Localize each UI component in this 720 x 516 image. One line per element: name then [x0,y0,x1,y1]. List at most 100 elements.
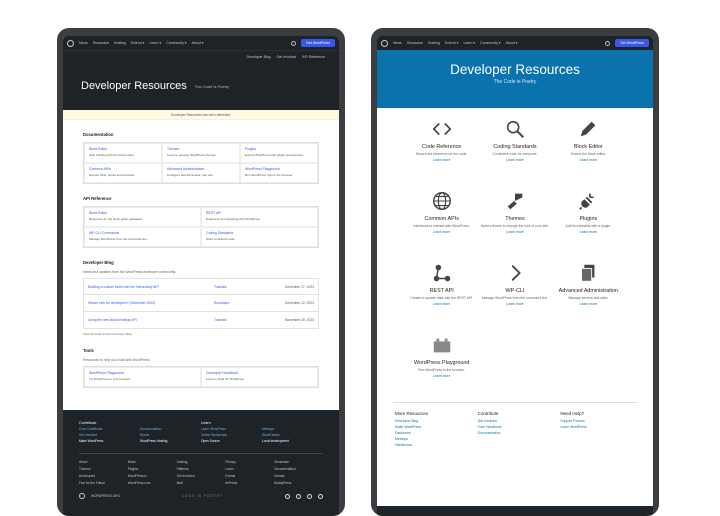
api-card[interactable]: REST API Endpoints for interacting with W… [201,207,318,227]
resource-tile[interactable]: Themes Build a theme to change the look … [478,190,551,252]
doc-card[interactable]: Common APIs Explore APIs, hooks and funct… [84,163,162,183]
view-all-posts-link[interactable]: View all posts on the Developer Blog [83,332,319,336]
column-link[interactable]: Core Handbook [478,425,553,429]
footer-nav-link[interactable]: WordPress.com [128,481,177,485]
card-link[interactable]: Block Editor [89,147,157,151]
column-link[interactable]: Get Involved [478,419,553,423]
resource-tile[interactable]: Coding Standards Consistent code for eve… [478,118,551,180]
footer-link[interactable]: Core Contributor [79,427,140,431]
nav-item[interactable]: Community ▾ [166,41,186,45]
tile-link[interactable]: Learn more [552,158,625,162]
post-category-link[interactable]: Roundups [214,301,274,305]
footer-link[interactable]: Online Workshops [201,433,262,437]
footer-nav-link[interactable]: Themes [79,467,128,471]
tile-link[interactable]: Learn more [478,158,551,162]
doc-card[interactable]: WordPress Playground Run WordPress right … [240,163,318,183]
card-link[interactable]: Themes [167,147,235,151]
search-icon[interactable] [605,40,611,46]
footer-nav-link[interactable]: Patterns [177,467,226,471]
tile-title[interactable]: Code Reference [405,144,478,150]
wordpress-logo-icon[interactable] [79,493,85,499]
tile-link[interactable]: Learn more [405,158,478,162]
nav-item[interactable]: Extend ▾ [445,41,459,45]
resource-tile[interactable]: WP-CLI Manage WordPress from the command… [478,262,551,324]
tile-title[interactable]: Advanced Administration [552,288,625,294]
resource-tile[interactable]: Code Reference Search the reference for … [405,118,478,180]
column-link[interactable]: Dashicons [395,431,470,435]
footer-nav-link[interactable]: WordPress.tv [128,474,177,478]
footer-link[interactable]: WordCamps [262,433,323,437]
footer-nav-link[interactable]: Plugins [128,467,177,471]
tile-link[interactable]: Learn more [552,230,625,234]
tile-link[interactable]: Learn more [552,302,625,306]
footer-link[interactable]: Blocks [140,433,201,437]
footer-nav-link[interactable]: Hosting [177,460,226,464]
column-link[interactable]: Make WordPress [395,425,470,429]
nav-item[interactable]: News [79,41,88,45]
tool-card[interactable]: Developer Handbook Learn to build for Wor… [201,367,318,387]
facebook-icon[interactable] [285,493,290,499]
card-link[interactable]: Common APIs [89,167,157,171]
api-card[interactable]: WP-CLI Commands Manage WordPress from the… [84,227,201,247]
footer-nav-link[interactable]: Showcase [274,460,323,464]
tile-title[interactable]: Plugins [552,216,625,222]
nav-item[interactable]: Showcase [407,41,423,45]
column-link[interactable]: Learn WordPress [560,425,635,429]
tile-title[interactable]: WordPress Playground [405,360,478,366]
tile-link[interactable]: Learn more [478,302,551,306]
footer-nav-link[interactable]: Learn [225,467,274,471]
get-wordpress-button[interactable]: Get WordPress [615,39,649,47]
tile-link[interactable]: Learn more [405,374,478,378]
post-category-link[interactable]: Tutorials [214,318,274,322]
tile-title[interactable]: Common APIs [405,216,478,222]
footer-nav-link[interactable]: Five for the Future [79,481,128,485]
footer-link[interactable]: Learn WordPress [201,427,262,431]
footer-link[interactable]: Meetups [262,427,323,431]
post-category-link[interactable]: Tutorials [214,285,274,289]
footer-nav-link[interactable]: Documentation [274,467,323,471]
nav-item[interactable]: Extend ▾ [131,41,145,45]
subnav-link[interactable]: Developer Blog [247,55,271,59]
card-link[interactable]: Coding Standards [206,231,313,235]
get-wordpress-button[interactable]: Get WordPress [301,39,335,47]
post-title-link[interactable]: Using the new block bindings API [88,318,214,322]
card-link[interactable]: Block Editor [89,211,196,215]
wordpress-logo-icon[interactable] [67,39,74,47]
nav-item[interactable]: Hosting [114,41,126,45]
resource-tile[interactable]: Plugins Add functionality with a plugin.… [552,190,625,252]
footer-link[interactable]: Documentation [140,427,201,431]
doc-card[interactable]: Block Editor Start building with the bloc… [84,143,162,163]
subnav-link[interactable]: API Reference [302,55,325,59]
doc-card[interactable]: Advanced Administration Configure and adm… [162,163,240,183]
tool-card[interactable]: WordPress Playground Try WordPress in you… [84,367,201,387]
footer-nav-link[interactable]: Privacy [225,460,274,464]
resource-tile[interactable]: WordPress Playground Run WordPress in th… [405,334,478,396]
resource-tile[interactable]: Advanced Administration Manage servers a… [552,262,625,324]
twitter-icon[interactable] [296,493,301,499]
doc-card[interactable]: Themes Learn to develop WordPress themes. [162,143,240,163]
footer-nav-link[interactable]: News [128,460,177,464]
api-card[interactable]: Coding Standards Write consistent code. [201,227,318,247]
column-link[interactable]: Documentation [478,431,553,435]
tile-title[interactable]: Coding Standards [478,144,551,150]
card-link[interactable]: Plugins [245,147,313,151]
doc-card[interactable]: Plugins Extend WordPress with plugin deve… [240,143,318,163]
instagram-icon[interactable] [307,493,312,499]
card-link[interactable]: WordPress Playground [245,167,313,171]
resource-tile[interactable]: Common APIs Interfaces to interact with … [405,190,478,252]
card-link[interactable]: REST API [206,211,313,215]
card-link[interactable]: WordPress Playground [89,371,196,375]
wordpress-logo-icon[interactable] [381,39,388,47]
column-link[interactable]: Developer Blog [395,419,470,423]
nav-item[interactable]: Showcase [93,41,109,45]
api-card[interactable]: Block Editor Reference for the block edit… [84,207,201,227]
nav-item[interactable]: Learn ▾ [149,41,161,45]
nav-item[interactable]: News [393,41,402,45]
search-icon[interactable] [291,40,297,46]
footer-nav-link[interactable]: About [79,460,128,464]
footer-link[interactable]: Get Involved [79,433,140,437]
subnav-link[interactable]: Get Involved [277,55,297,59]
card-link[interactable]: Developer Handbook [206,371,313,375]
post-title-link[interactable]: What's new for developers? (December 202… [88,301,214,305]
tile-link[interactable]: Learn more [405,302,478,306]
